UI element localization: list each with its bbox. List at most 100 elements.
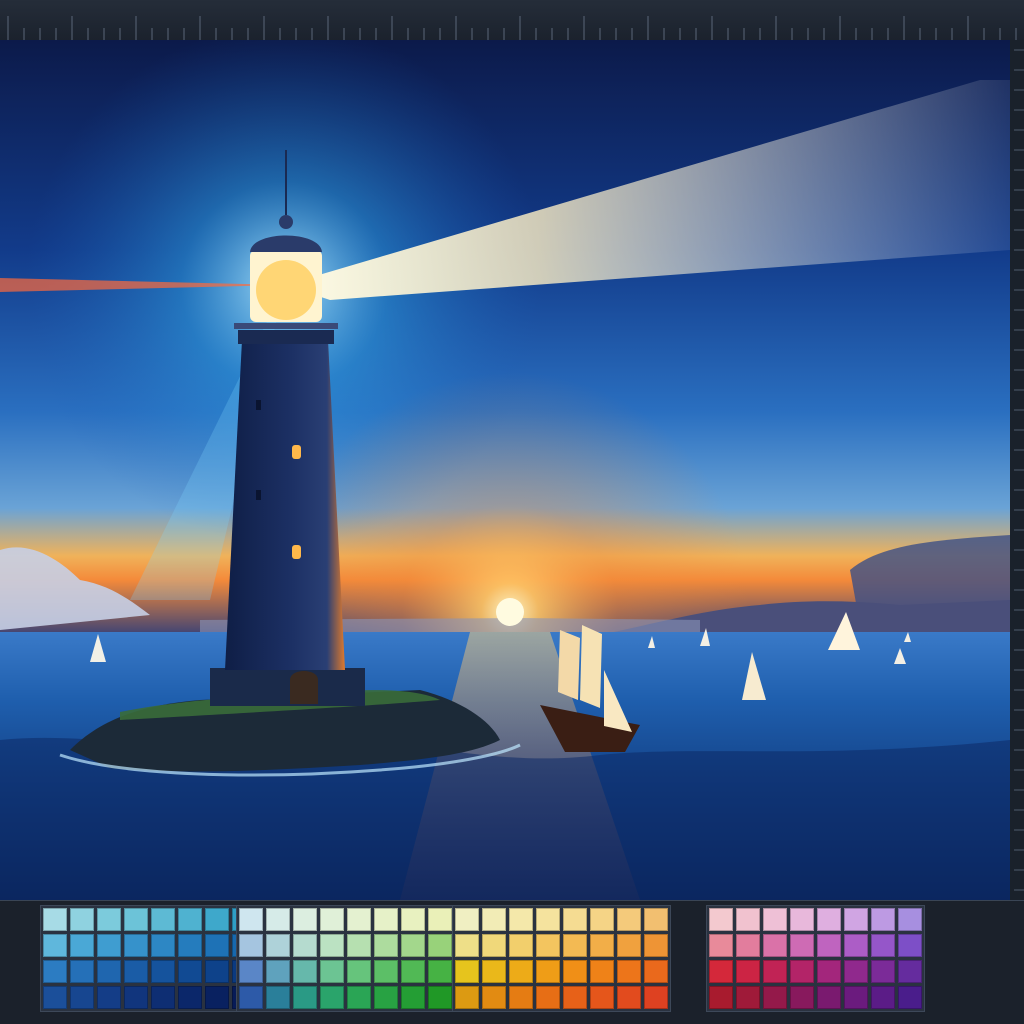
color-swatch[interactable] <box>151 908 175 931</box>
color-swatch[interactable] <box>401 934 425 957</box>
color-swatch[interactable] <box>871 908 895 931</box>
color-swatch[interactable] <box>70 908 94 931</box>
color-swatch[interactable] <box>320 934 344 957</box>
color-swatch[interactable] <box>43 960 67 983</box>
color-swatch[interactable] <box>536 934 560 957</box>
color-swatch[interactable] <box>790 934 814 957</box>
color-swatch[interactable] <box>563 934 587 957</box>
color-swatch[interactable] <box>428 986 452 1009</box>
color-swatch[interactable] <box>455 934 479 957</box>
color-swatch[interactable] <box>266 960 290 983</box>
color-swatch[interactable] <box>790 908 814 931</box>
color-swatch[interactable] <box>736 986 760 1009</box>
color-swatch[interactable] <box>97 934 121 957</box>
color-swatch[interactable] <box>590 960 614 983</box>
color-swatch[interactable] <box>817 960 841 983</box>
color-swatch[interactable] <box>320 960 344 983</box>
color-swatch[interactable] <box>43 934 67 957</box>
color-swatch[interactable] <box>266 908 290 931</box>
color-swatch[interactable] <box>374 908 398 931</box>
color-swatch[interactable] <box>536 908 560 931</box>
color-swatch[interactable] <box>763 934 787 957</box>
color-swatch[interactable] <box>617 986 641 1009</box>
color-swatch[interactable] <box>844 908 868 931</box>
color-swatch[interactable] <box>178 960 202 983</box>
color-swatch[interactable] <box>293 960 317 983</box>
color-swatch[interactable] <box>205 986 229 1009</box>
color-swatch[interactable] <box>590 934 614 957</box>
color-swatch[interactable] <box>455 908 479 931</box>
color-swatch[interactable] <box>293 908 317 931</box>
color-swatch[interactable] <box>347 934 371 957</box>
color-swatch[interactable] <box>347 908 371 931</box>
color-swatch[interactable] <box>871 986 895 1009</box>
color-swatch[interactable] <box>563 908 587 931</box>
color-swatch[interactable] <box>428 908 452 931</box>
color-swatch[interactable] <box>871 934 895 957</box>
color-swatch[interactable] <box>898 960 922 983</box>
color-swatch[interactable] <box>178 934 202 957</box>
right-ruler[interactable] <box>1009 40 1024 900</box>
color-swatch[interactable] <box>151 986 175 1009</box>
color-swatch[interactable] <box>205 960 229 983</box>
color-swatch[interactable] <box>455 986 479 1009</box>
color-swatch[interactable] <box>898 986 922 1009</box>
color-swatch[interactable] <box>151 934 175 957</box>
color-swatch[interactable] <box>266 986 290 1009</box>
color-swatch[interactable] <box>898 908 922 931</box>
color-swatch[interactable] <box>43 986 67 1009</box>
color-swatch[interactable] <box>617 934 641 957</box>
color-swatch[interactable] <box>644 960 668 983</box>
color-swatch[interactable] <box>124 960 148 983</box>
color-swatch[interactable] <box>178 986 202 1009</box>
color-swatch[interactable] <box>401 908 425 931</box>
color-swatch[interactable] <box>617 908 641 931</box>
color-swatch[interactable] <box>205 934 229 957</box>
color-swatch[interactable] <box>763 986 787 1009</box>
color-swatch[interactable] <box>239 908 263 931</box>
color-swatch[interactable] <box>482 960 506 983</box>
color-swatch[interactable] <box>590 986 614 1009</box>
color-swatch[interactable] <box>844 960 868 983</box>
color-swatch[interactable] <box>763 908 787 931</box>
color-swatch[interactable] <box>293 986 317 1009</box>
color-swatch[interactable] <box>97 960 121 983</box>
color-swatch[interactable] <box>817 908 841 931</box>
color-swatch[interactable] <box>266 934 290 957</box>
color-swatch[interactable] <box>709 986 733 1009</box>
color-swatch[interactable] <box>898 934 922 957</box>
color-swatch[interactable] <box>736 934 760 957</box>
color-swatch[interactable] <box>509 960 533 983</box>
color-swatch[interactable] <box>347 986 371 1009</box>
image-canvas[interactable] <box>0 40 1010 900</box>
color-swatch[interactable] <box>644 908 668 931</box>
color-swatch[interactable] <box>817 986 841 1009</box>
color-swatch[interactable] <box>736 908 760 931</box>
color-swatch[interactable] <box>428 960 452 983</box>
color-swatch[interactable] <box>482 908 506 931</box>
color-swatch[interactable] <box>709 934 733 957</box>
color-swatch[interactable] <box>347 960 371 983</box>
color-swatch[interactable] <box>644 986 668 1009</box>
color-swatch[interactable] <box>617 960 641 983</box>
color-swatch[interactable] <box>709 908 733 931</box>
color-swatch[interactable] <box>97 908 121 931</box>
color-swatch[interactable] <box>401 960 425 983</box>
color-swatch[interactable] <box>644 934 668 957</box>
color-swatch[interactable] <box>70 960 94 983</box>
color-swatch[interactable] <box>563 986 587 1009</box>
color-swatch[interactable] <box>455 960 479 983</box>
color-swatch[interactable] <box>178 908 202 931</box>
color-swatch[interactable] <box>871 960 895 983</box>
color-swatch[interactable] <box>563 960 587 983</box>
color-swatch[interactable] <box>239 960 263 983</box>
color-swatch[interactable] <box>482 934 506 957</box>
color-swatch[interactable] <box>509 986 533 1009</box>
top-ruler[interactable] <box>0 0 1024 41</box>
color-swatch[interactable] <box>320 908 344 931</box>
color-swatch[interactable] <box>124 908 148 931</box>
color-swatch[interactable] <box>536 986 560 1009</box>
color-swatch[interactable] <box>239 986 263 1009</box>
color-swatch[interactable] <box>736 960 760 983</box>
color-swatch[interactable] <box>151 960 175 983</box>
